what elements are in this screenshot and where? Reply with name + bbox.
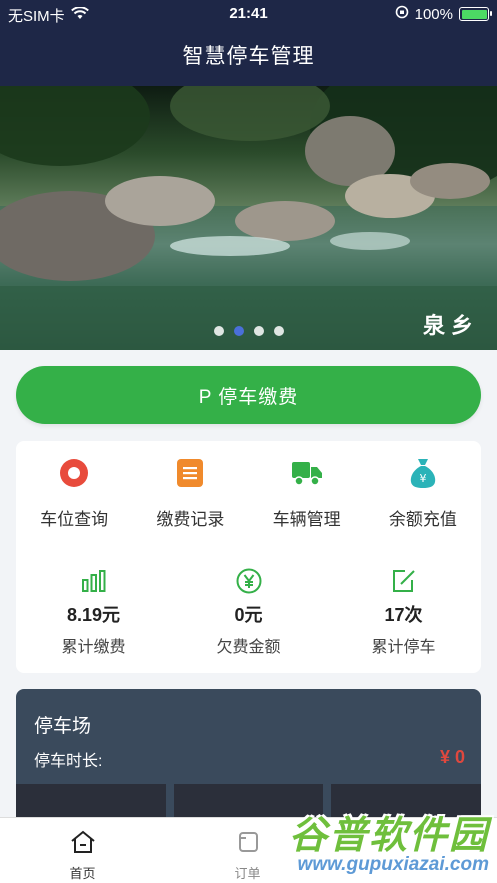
tab-home[interactable]: 首页 [0, 818, 165, 883]
watermark-logo-name: 谷普软件园 [288, 815, 489, 857]
yen-circle-icon [235, 567, 263, 595]
site-watermark-logo: 谷普软件园 www.gupuxiazai.com [273, 804, 495, 880]
money-bag-icon: ¥ [407, 457, 439, 489]
menu-item-payment-records[interactable]: 缴费记录 [132, 457, 248, 530]
banner-carousel[interactable]: 泉乡 [0, 86, 497, 350]
carousel-dot[interactable] [273, 326, 284, 336]
watermark-logo-url: www.gupuxiazai.com [297, 854, 489, 875]
stat-value: 17次 [384, 605, 423, 625]
stat-value: 8.19元 [66, 605, 121, 625]
function-card: 车位查询 缴费记录 车辆管理 ¥ 余额充值 8.19元 累计缴费 0元 欠费金额… [16, 441, 481, 673]
truck-icon [291, 457, 323, 489]
tab-label: 订单 [234, 866, 261, 881]
bar-chart-icon [80, 567, 108, 595]
document-icon [174, 457, 206, 489]
home-icon [70, 830, 96, 859]
carousel-dot[interactable] [253, 326, 264, 336]
carousel-dot-active[interactable] [233, 326, 244, 336]
menu-label: 车辆管理 [272, 510, 341, 529]
battery-icon [459, 7, 492, 21]
stat-value: 0元 [234, 605, 263, 625]
tab-label: 首页 [69, 866, 96, 881]
carousel-dot[interactable] [213, 326, 224, 336]
stat-label: 累计停车 [371, 639, 436, 656]
stat-arrears: 0元 欠费金额 [171, 567, 326, 657]
page-title: 智慧停车管理 [182, 45, 315, 68]
menu-label: 车位查询 [40, 510, 109, 529]
menu-item-balance-recharge[interactable]: ¥ 余额充值 [365, 457, 481, 530]
order-icon [236, 830, 260, 859]
svg-text:¥: ¥ [419, 472, 426, 485]
parking-lot-title: 停车场 [34, 716, 92, 737]
stat-label: 累计缴费 [61, 639, 126, 656]
stats-row: 8.19元 累计缴费 0元 欠费金额 17次 累计停车 [16, 567, 481, 657]
parking-amount: ¥ 0 [439, 747, 465, 767]
orientation-lock-icon [395, 5, 409, 23]
battery-percent: 100% [414, 5, 453, 23]
stat-parking-count: 17次 累计停车 [326, 567, 481, 657]
menu-item-vehicle-management[interactable]: 车辆管理 [249, 457, 365, 530]
parking-pay-button[interactable]: P 停车缴费 [16, 366, 481, 424]
menu-item-parking-search[interactable]: 车位查询 [16, 457, 132, 530]
stat-total-paid: 8.19元 累计缴费 [16, 567, 171, 657]
menu-grid: 车位查询 缴费记录 车辆管理 ¥ 余额充值 [16, 457, 481, 530]
edit-icon [390, 567, 418, 595]
menu-label: 缴费记录 [156, 510, 225, 529]
status-bar: 无SIM卡 21:41 100% [0, 0, 497, 28]
location-icon [58, 457, 90, 489]
banner-watermark: 泉乡 [422, 313, 479, 339]
app-header: 无SIM卡 21:41 100% 智慧停车管理 [0, 0, 497, 86]
menu-label: 余额充值 [388, 510, 457, 529]
parking-duration-label: 停车时长: [34, 753, 103, 770]
stat-label: 欠费金额 [216, 639, 281, 656]
